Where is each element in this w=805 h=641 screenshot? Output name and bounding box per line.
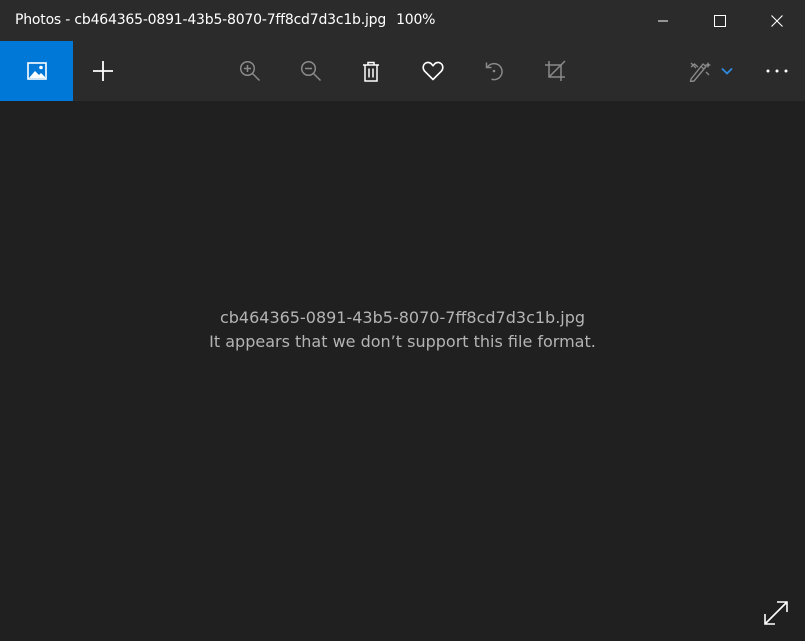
edit-create-button[interactable] xyxy=(683,41,717,101)
add-icon xyxy=(93,61,113,81)
zoom-out-button[interactable] xyxy=(291,41,331,101)
rotate-button[interactable] xyxy=(474,41,514,101)
favorite-heart-icon xyxy=(422,61,444,81)
zoom-in-icon xyxy=(239,60,261,82)
title-bar: Photos - cb464365-0891-43b5-8070-7ff8cd7… xyxy=(0,0,805,41)
zoom-level: 100% xyxy=(396,12,436,28)
crop-button[interactable] xyxy=(535,41,575,101)
message-file-name: cb464365-0891-43b5-8070-7ff8cd7d3c1b.jpg xyxy=(219,308,586,327)
full-screen-button[interactable] xyxy=(758,595,794,631)
full-screen-icon xyxy=(764,601,788,625)
title-separator: - xyxy=(61,12,75,28)
toolbar xyxy=(0,41,805,101)
error-message: It appears that we don’t support this fi… xyxy=(209,332,596,351)
window-title: Photos - cb464365-0891-43b5-8070-7ff8cd7… xyxy=(15,12,435,28)
maximize-icon xyxy=(713,14,726,27)
more-options-button[interactable] xyxy=(757,41,797,101)
view-image-button[interactable] xyxy=(0,41,73,101)
image-icon xyxy=(26,62,47,80)
zoom-in-button[interactable] xyxy=(230,41,270,101)
maximize-button[interactable] xyxy=(691,0,748,41)
edit-dropdown-button[interactable] xyxy=(717,41,737,101)
add-button[interactable] xyxy=(83,41,123,101)
chevron-down-icon xyxy=(721,67,733,75)
app-name: Photos xyxy=(15,12,62,28)
close-icon xyxy=(770,14,783,27)
crop-icon xyxy=(545,60,566,81)
zoom-out-icon xyxy=(300,60,322,82)
minimize-icon xyxy=(657,20,668,21)
title-file-name: cb464365-0891-43b5-8070-7ff8cd7d3c1b.jpg xyxy=(74,12,387,28)
rotate-icon xyxy=(485,62,503,81)
edit-create-icon xyxy=(689,62,711,82)
delete-icon xyxy=(363,61,379,82)
favorite-button[interactable] xyxy=(413,41,453,101)
minimize-button[interactable] xyxy=(634,0,691,41)
unsupported-format-message: cb464365-0891-43b5-8070-7ff8cd7d3c1b.jpg… xyxy=(0,306,805,354)
close-button[interactable] xyxy=(748,0,805,41)
more-options-icon xyxy=(766,69,788,73)
delete-button[interactable] xyxy=(351,41,391,101)
